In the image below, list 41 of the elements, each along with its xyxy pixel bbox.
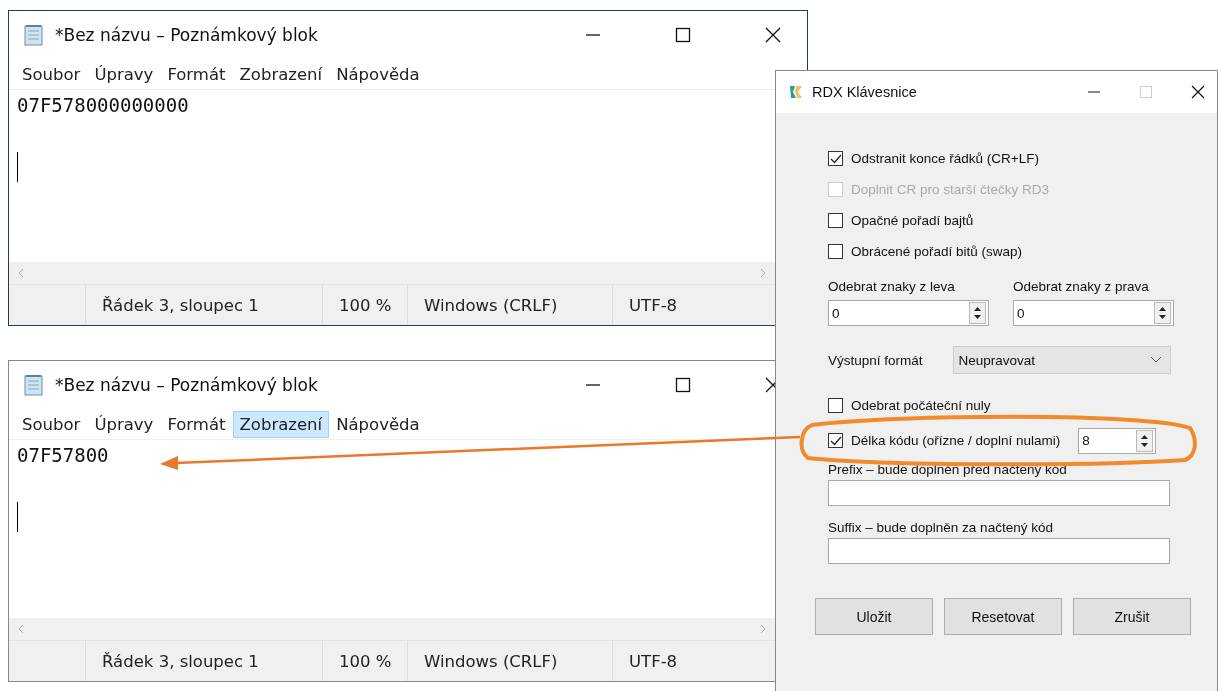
window-title: RDX Klávesnice [812, 84, 917, 100]
status-text: Windows (CRLF) [408, 285, 613, 325]
text-content: 07F578000000000 [17, 94, 189, 116]
menu-item[interactable]: Nápověda [329, 60, 427, 88]
menu-item[interactable]: Úpravy [87, 60, 161, 88]
field-label: Suffix – bude doplněn za načtený kód [828, 520, 1054, 535]
menu-item[interactable]: Formát [160, 410, 233, 438]
menu-item[interactable]: Nápověda [329, 410, 427, 438]
status-text: UTF-8 [628, 294, 678, 317]
format-dropdown[interactable]: Neupravovat [952, 346, 1171, 374]
number-spinner[interactable]: 8 [1078, 427, 1157, 454]
number-spinner[interactable]: 0 [828, 300, 989, 326]
checkbox-label: Délka kódu (ořízne / doplní nulami) [851, 433, 1061, 448]
menu-item[interactable]: Formát [160, 60, 233, 88]
checkbox-label: Odstranit konce řádků (CR+LF) [851, 151, 1039, 166]
field-label: Prefix – bude doplněn před načtený kód [828, 462, 1068, 477]
text-content: 07F57800 [17, 444, 109, 466]
checkbox-label: Opačné pořadí bajtů [851, 213, 974, 228]
status-text: Řádek 3, sloupec 1 [86, 285, 323, 325]
menu-item[interactable]: Zobrazení [232, 410, 330, 438]
menu-item[interactable]: Soubor [15, 60, 88, 88]
dialog-button[interactable]: Uložit [815, 598, 933, 635]
menu-item[interactable]: Soubor [15, 410, 88, 438]
field-label: Odebrat znaky z leva [828, 279, 956, 294]
dialog-button[interactable]: Zrušit [1073, 598, 1191, 635]
field-label: Výstupní formát [828, 352, 923, 368]
checkbox-label: Obrácené pořadí bitů (swap) [851, 244, 1023, 259]
checkbox-label: Doplnit CR pro starší čtečky RD3 [851, 182, 1050, 197]
field-label: Odebrat znaky z prava [1013, 279, 1150, 294]
status-text: 100 % [323, 641, 408, 681]
status-text: UTF-8 [628, 650, 678, 673]
status-text: 100 % [323, 285, 408, 325]
window-title: *Bez názvu – Poznámkový blok [55, 375, 318, 395]
number-spinner[interactable]: 0 [1013, 300, 1174, 326]
checkbox-label: Odebrat počáteční nuly [851, 398, 991, 413]
status-text: Windows (CRLF) [408, 641, 613, 681]
dialog-button[interactable]: Resetovat [944, 598, 1062, 635]
status-text: Řádek 3, sloupec 1 [86, 641, 323, 681]
menu-item[interactable]: Úpravy [87, 410, 161, 438]
window-title: *Bez názvu – Poznámkový blok [55, 25, 318, 45]
menu-item[interactable]: Zobrazení [232, 60, 330, 88]
